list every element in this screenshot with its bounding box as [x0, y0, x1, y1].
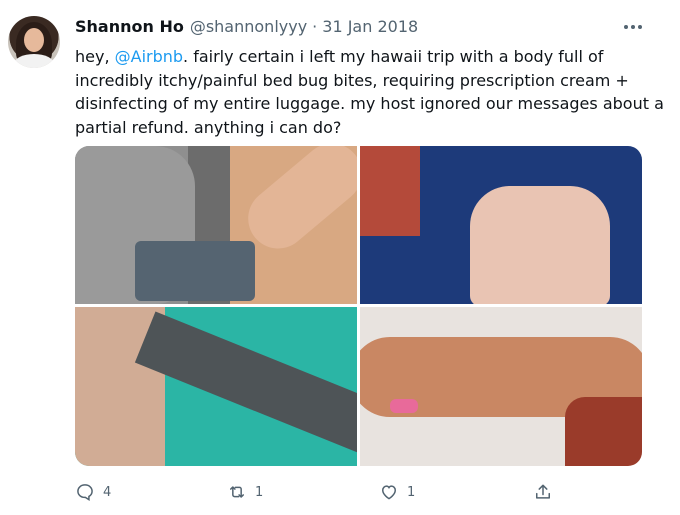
photo-4[interactable] — [360, 307, 642, 466]
retweet-button[interactable]: 1 — [227, 480, 263, 504]
author-handle[interactable]: @shannonlyyy — [190, 17, 307, 36]
tweet-text: hey, @Airbnb. fairly certain i left my h… — [75, 45, 665, 139]
retweet-count: 1 — [255, 484, 264, 500]
action-bar: 4 1 1 — [75, 480, 635, 504]
tweet-date[interactable]: 31 Jan 2018 — [322, 17, 418, 36]
avatar[interactable] — [8, 16, 60, 68]
reply-count: 4 — [103, 484, 112, 500]
like-button[interactable]: 1 — [379, 480, 415, 504]
heart-icon — [381, 485, 397, 500]
reply-icon — [77, 484, 93, 502]
mention-link[interactable]: @Airbnb — [115, 47, 183, 66]
photo-1[interactable] — [75, 146, 357, 304]
separator-dot: · — [312, 17, 318, 36]
retweet-icon — [230, 486, 244, 498]
tweet-text-start: hey, — [75, 47, 115, 66]
photo-3[interactable] — [75, 307, 357, 466]
author-name[interactable]: Shannon Ho — [75, 17, 184, 36]
share-button[interactable] — [533, 480, 553, 504]
more-options-icon[interactable] — [622, 20, 644, 34]
tweet-header: Shannon Ho @shannonlyyy · 31 Jan 2018 — [75, 17, 418, 39]
photo-2[interactable] — [360, 146, 642, 304]
reply-button[interactable]: 4 — [75, 480, 111, 504]
share-icon — [536, 484, 550, 499]
tweet-card: Shannon Ho @shannonlyyy · 31 Jan 2018 he… — [0, 0, 680, 515]
like-count: 1 — [407, 484, 416, 500]
media-grid — [75, 146, 642, 466]
